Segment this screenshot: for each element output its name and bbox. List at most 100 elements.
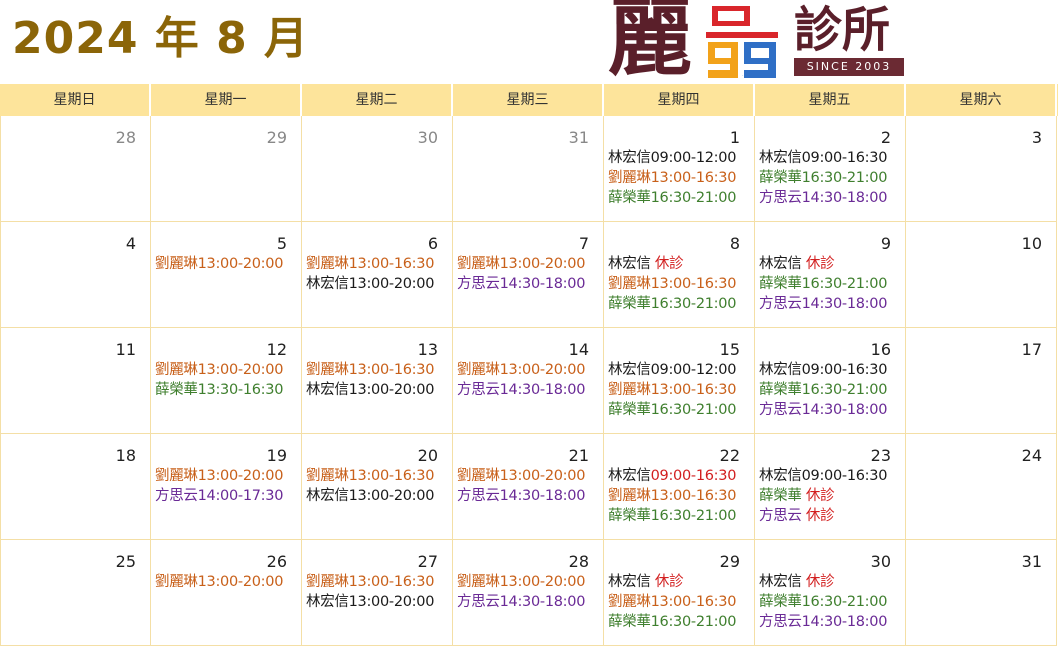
day-cell[interactable]: 3 (906, 116, 1057, 222)
schedule-entry[interactable]: 劉麗琳13:00-16:30 (306, 254, 448, 274)
day-cell[interactable]: 19 劉麗琳13:00-20:00 方思云14:00-17:30 (151, 434, 302, 540)
doctor-name: 薛榮華 (608, 614, 651, 630)
schedule-entry[interactable]: 劉麗琳13:00-20:00 (457, 254, 599, 274)
day-cell[interactable]: 13 劉麗琳13:00-16:30 林宏信13:00-20:00 (302, 328, 453, 434)
day-cell[interactable]: 31 (906, 540, 1057, 646)
day-cell[interactable]: 29 (151, 116, 302, 222)
day-cell[interactable]: 25 (0, 540, 151, 646)
schedule-entry[interactable]: 林宏信09:00-16:30 (759, 466, 901, 486)
schedule-entry[interactable]: 劉麗琳13:00-16:30 (306, 466, 448, 486)
schedule-entry[interactable]: 方思云14:30-18:00 (457, 486, 599, 506)
doctor-name: 林宏信 (306, 382, 349, 398)
day-cell[interactable]: 14 劉麗琳13:00-20:00 方思云14:30-18:00 (453, 328, 604, 434)
schedule-entry[interactable]: 方思云14:30-18:00 (759, 294, 901, 314)
schedule-entry[interactable]: 方思云 休診 (759, 506, 901, 526)
day-cell[interactable]: 11 (0, 328, 151, 434)
closed-label: 休診 (654, 256, 684, 272)
day-cell[interactable]: 28 劉麗琳13:00-20:00 方思云14:30-18:00 (453, 540, 604, 646)
day-cell[interactable]: 26 劉麗琳13:00-20:00 (151, 540, 302, 646)
schedule-entry[interactable]: 林宏信13:00-20:00 (306, 592, 448, 612)
schedule-entry[interactable]: 薛榮華16:30-21:00 (608, 188, 750, 208)
doctor-name: 方思云 (155, 488, 198, 504)
day-cell[interactable]: 15 林宏信09:00-12:00 劉麗琳13:00-16:30 薛榮華16:30-2… (604, 328, 755, 434)
day-cell[interactable]: 6 劉麗琳13:00-16:30 林宏信13:00-20:00 (302, 222, 453, 328)
day-cell[interactable]: 22 林宏信09:00-16:30 劉麗琳13:00-16:30 薛榮華16:30-2… (604, 434, 755, 540)
schedule-entry[interactable]: 劉麗琳13:00-20:00 (457, 466, 599, 486)
day-cell[interactable]: 28 (0, 116, 151, 222)
schedule-entry[interactable]: 林宏信09:00-12:00 (608, 360, 750, 380)
day-cell[interactable]: 23 林宏信09:00-16:30 薛榮華 休診 方思云 休診 (755, 434, 906, 540)
schedule-entry[interactable]: 林宏信 休診 (759, 254, 901, 274)
day-cell[interactable]: 24 (906, 434, 1057, 540)
schedule-entry[interactable]: 劉麗琳13:00-20:00 (155, 572, 297, 592)
schedule-entry[interactable]: 林宏信09:00-12:00 (608, 148, 750, 168)
schedule-entry[interactable]: 方思云14:30-18:00 (759, 400, 901, 420)
day-cell[interactable]: 30 (302, 116, 453, 222)
day-cell[interactable]: 30 林宏信 休診 薛榮華16:30-21:00 方思云14:30-18:00 (755, 540, 906, 646)
schedule-entry[interactable]: 林宏信 休診 (759, 572, 901, 592)
shift-time: 09:00-16:30 (650, 468, 737, 484)
day-cell[interactable]: 27 劉麗琳13:00-16:30 林宏信13:00-20:00 (302, 540, 453, 646)
schedule-entry[interactable]: 薛榮華16:30-21:00 (608, 506, 750, 526)
schedule-entry[interactable]: 林宏信09:00-16:30 (759, 360, 901, 380)
schedule-entry[interactable]: 劉麗琳13:00-16:30 (608, 486, 750, 506)
schedule-entry[interactable]: 薛榮華16:30-21:00 (759, 274, 901, 294)
schedule-entry[interactable]: 劉麗琳13:00-20:00 (155, 360, 297, 380)
schedule-entry[interactable]: 方思云14:30-18:00 (457, 592, 599, 612)
day-cell[interactable]: 4 (0, 222, 151, 328)
schedule-entry[interactable]: 薛榮華16:30-21:00 (608, 612, 750, 632)
day-cell[interactable]: 9 林宏信 休診 薛榮華16:30-21:00 方思云14:30-18:00 (755, 222, 906, 328)
day-cell[interactable]: 7 劉麗琳13:00-20:00 方思云14:30-18:00 (453, 222, 604, 328)
schedule-entry[interactable]: 劉麗琳13:00-16:30 (608, 274, 750, 294)
day-cell[interactable]: 29 林宏信 休診 劉麗琳13:00-16:30 薛榮華16:30-21:00 (604, 540, 755, 646)
doctor-name: 薛榮華 (759, 382, 802, 398)
schedule-entry[interactable]: 劉麗琳13:00-16:30 (608, 380, 750, 400)
day-cell[interactable]: 1 林宏信09:00-12:00 劉麗琳13:00-16:30 薛榮華16:30-21… (604, 116, 755, 222)
schedule-entry[interactable]: 林宏信09:00-16:30 (608, 466, 750, 486)
day-cell[interactable]: 16 林宏信09:00-16:30 薛榮華16:30-21:00 方思云14:30-1… (755, 328, 906, 434)
day-cell[interactable]: 20 劉麗琳13:00-16:30 林宏信13:00-20:00 (302, 434, 453, 540)
schedule-entry[interactable]: 薛榮華13:30-16:30 (155, 380, 297, 400)
day-cell[interactable]: 18 (0, 434, 151, 540)
day-cell[interactable]: 2 林宏信09:00-16:30 薛榮華16:30-21:00 方思云14:30-18… (755, 116, 906, 222)
doctor-name: 薛榮華 (759, 488, 802, 504)
schedule-entry[interactable]: 方思云14:30-18:00 (457, 274, 599, 294)
shift-time: 09:00-16:30 (801, 362, 888, 378)
schedule-entry[interactable]: 劉麗琳13:00-16:30 (306, 572, 448, 592)
day-cell[interactable]: 8 林宏信 休診 劉麗琳13:00-16:30 薛榮華16:30-21:00 (604, 222, 755, 328)
schedule-entry[interactable]: 劉麗琳13:00-20:00 (457, 360, 599, 380)
schedule-entry[interactable]: 林宏信13:00-20:00 (306, 380, 448, 400)
day-cell[interactable]: 31 (453, 116, 604, 222)
day-cell[interactable]: 5 劉麗琳13:00-20:00 (151, 222, 302, 328)
schedule-entry[interactable]: 薛榮華16:30-21:00 (759, 592, 901, 612)
shift-time: 09:00-16:30 (801, 468, 888, 484)
schedule-entry[interactable]: 林宏信13:00-20:00 (306, 486, 448, 506)
doctor-name: 劉麗琳 (608, 488, 651, 504)
shift-time: 16:30-21:00 (650, 402, 737, 418)
schedule-entry[interactable]: 劉麗琳13:00-16:30 (608, 592, 750, 612)
schedule-entry[interactable]: 劉麗琳13:00-16:30 (306, 360, 448, 380)
schedule-entry[interactable]: 薛榮華16:30-21:00 (608, 294, 750, 314)
schedule-entry[interactable]: 薛榮華16:30-21:00 (759, 168, 901, 188)
day-cell[interactable]: 12 劉麗琳13:00-20:00 薛榮華13:30-16:30 (151, 328, 302, 434)
schedule-entry[interactable]: 方思云14:30-18:00 (759, 188, 901, 208)
day-cell[interactable]: 17 (906, 328, 1057, 434)
schedule-entry[interactable]: 劉麗琳13:00-20:00 (155, 254, 297, 274)
schedule-entry[interactable]: 林宏信13:00-20:00 (306, 274, 448, 294)
schedule-entry[interactable]: 薛榮華 休診 (759, 486, 901, 506)
schedule-entry[interactable]: 劉麗琳13:00-20:00 (457, 572, 599, 592)
doctor-name: 林宏信 (608, 150, 651, 166)
schedule-entry[interactable]: 林宏信09:00-16:30 (759, 148, 901, 168)
schedule-entry[interactable]: 方思云14:30-18:00 (457, 380, 599, 400)
schedule-entry[interactable]: 劉麗琳13:00-20:00 (155, 466, 297, 486)
day-number: 10 (1021, 234, 1042, 253)
day-cell[interactable]: 21 劉麗琳13:00-20:00 方思云14:30-18:00 (453, 434, 604, 540)
schedule-entry[interactable]: 林宏信 休診 (608, 572, 750, 592)
schedule-entry[interactable]: 林宏信 休診 (608, 254, 750, 274)
day-cell[interactable]: 10 (906, 222, 1057, 328)
schedule-entry[interactable]: 薛榮華16:30-21:00 (608, 400, 750, 420)
schedule-entry[interactable]: 方思云14:30-18:00 (759, 612, 901, 632)
schedule-entry[interactable]: 劉麗琳13:00-16:30 (608, 168, 750, 188)
schedule-entry[interactable]: 方思云14:00-17:30 (155, 486, 297, 506)
schedule-entry[interactable]: 薛榮華16:30-21:00 (759, 380, 901, 400)
